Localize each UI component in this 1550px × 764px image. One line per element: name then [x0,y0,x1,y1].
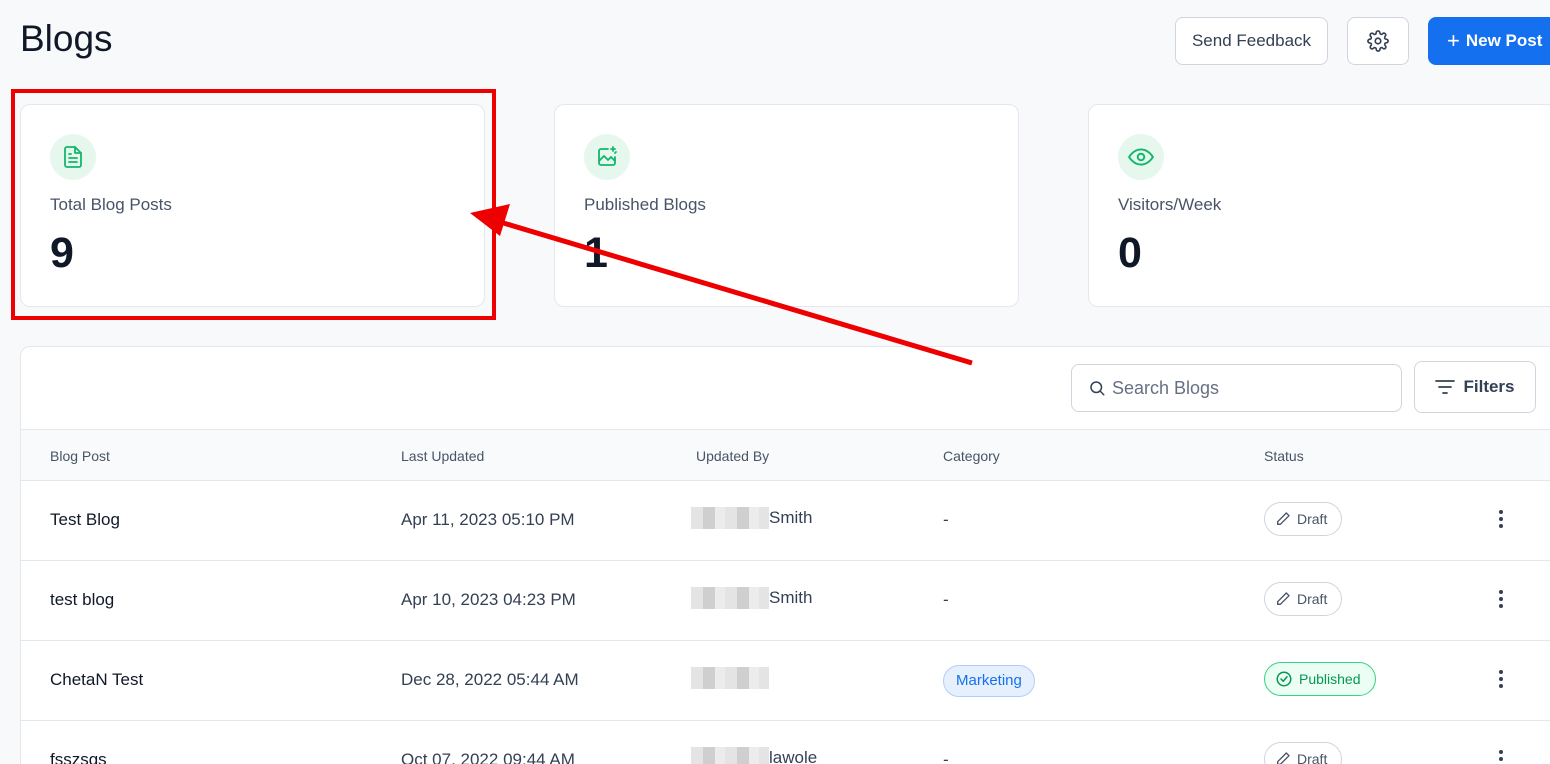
blog-post-title[interactable]: ChetaN Test [50,670,143,690]
gear-icon [1367,30,1389,52]
table-row[interactable]: ChetaN Test Dec 28, 2022 05:44 AM Market… [21,641,1550,721]
stat-value: 1 [584,229,608,277]
table-header: Blog Post Last Updated Updated By Catego… [21,429,1550,481]
document-icon [50,134,96,180]
last-updated: Dec 28, 2022 05:44 AM [401,670,579,689]
column-header-blog-post[interactable]: Blog Post [50,448,110,464]
stat-label: Total Blog Posts [50,195,172,214]
new-post-button[interactable]: + New Post [1428,17,1550,65]
status-label: Draft [1297,751,1328,764]
last-updated: Apr 11, 2023 05:10 PM [401,510,575,529]
image-sparkle-icon [584,134,630,180]
status-badge: Draft [1264,582,1343,616]
plus-icon: + [1447,28,1460,53]
stat-card-total-posts: Total Blog Posts 9 [20,104,485,307]
category: Marketing [943,664,1035,697]
search-box[interactable] [1071,364,1402,412]
redacted-name [691,747,769,764]
pencil-icon [1275,751,1291,764]
column-header-category[interactable]: Category [943,448,1000,464]
send-feedback-button[interactable]: Send Feedback [1175,17,1328,65]
status-label: Published [1299,671,1361,687]
eye-icon [1118,134,1164,180]
column-header-status[interactable]: Status [1264,448,1304,464]
category: - [943,510,949,529]
row-more-menu-icon[interactable] [1495,507,1507,531]
page-title: Blogs [20,18,113,59]
new-post-label: New Post [1465,31,1543,50]
last-updated: Apr 10, 2023 04:23 PM [401,590,576,609]
status-badge: Published [1264,662,1376,696]
stat-card-visitors: Visitors/Week 0 [1088,104,1550,307]
redacted-name [691,667,769,689]
settings-button[interactable] [1347,17,1409,65]
blog-table-panel: Filters Blog Post Last Updated Updated B… [20,346,1550,764]
column-header-last-updated[interactable]: Last Updated [401,448,484,464]
redacted-name [691,587,769,609]
column-header-updated-by[interactable]: Updated By [696,448,769,464]
filter-lines-icon [1435,378,1456,396]
filters-button[interactable]: Filters [1414,361,1536,413]
search-icon [1088,379,1106,397]
table-row[interactable]: Test Blog Apr 11, 2023 05:10 PM Smith - … [21,481,1550,561]
updated-by-name: lawole [769,748,818,764]
category-badge: Marketing [943,664,1035,697]
category: - [943,750,949,764]
table-row[interactable]: fsszsgs Oct 07, 2022 09:44 AM lawole - D… [21,721,1550,764]
table-row[interactable]: test blog Apr 10, 2023 04:23 PM Smith - … [21,561,1550,641]
updated-by: lawole [691,747,817,764]
filters-label: Filters [1463,377,1515,396]
blog-post-title[interactable]: fsszsgs [50,750,107,764]
category: - [943,590,949,609]
last-updated: Oct 07, 2022 09:44 AM [401,750,575,764]
blog-post-title[interactable]: test blog [50,590,114,610]
blog-post-title[interactable]: Test Blog [50,510,120,530]
pencil-icon [1275,591,1291,607]
stat-value: 0 [1118,229,1142,277]
search-input[interactable] [1112,377,1392,399]
row-more-menu-icon[interactable] [1495,667,1507,691]
updated-by: Smith [691,507,812,529]
check-circle-icon [1275,670,1293,688]
updated-by-name: Smith [769,508,813,527]
row-more-menu-icon[interactable] [1495,587,1507,611]
stat-label: Published Blogs [584,195,706,214]
stat-card-published: Published Blogs 1 [554,104,1019,307]
status-badge: Draft [1264,742,1343,764]
pencil-icon [1275,511,1291,527]
status-label: Draft [1297,591,1328,607]
stat-label: Visitors/Week [1118,195,1222,214]
row-more-menu-icon[interactable] [1495,747,1507,764]
updated-by-name: Smith [769,588,813,607]
status-badge: Draft [1264,502,1343,536]
updated-by [691,667,769,689]
status-label: Draft [1297,511,1328,527]
redacted-name [691,507,769,529]
stat-value: 9 [50,229,74,277]
updated-by: Smith [691,587,812,609]
